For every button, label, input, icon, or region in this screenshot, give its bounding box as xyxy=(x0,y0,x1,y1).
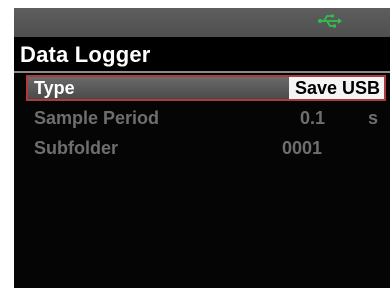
usb-icon xyxy=(317,12,343,30)
sample-period-value[interactable]: 0.1 xyxy=(300,108,325,129)
type-value-field[interactable]: Save USB xyxy=(288,77,384,99)
page-title: Data Logger xyxy=(20,42,151,67)
menu-item-subfolder[interactable]: Subfolder 0001 xyxy=(26,135,386,161)
menu-item-label: Type xyxy=(34,78,75,98)
title-bar: Data Logger xyxy=(14,37,390,73)
menu-item-label: Subfolder xyxy=(34,138,118,158)
sample-period-unit: s xyxy=(368,108,379,128)
status-bar xyxy=(14,8,390,37)
menu-item-type[interactable]: Type Save USB xyxy=(26,75,386,101)
subfolder-value[interactable]: 0001 xyxy=(282,138,322,159)
device-screen: Data Logger Type Save USB Sample Period … xyxy=(14,8,390,288)
menu-item-label: Sample Period xyxy=(34,108,160,128)
menu-item-sample-period[interactable]: Sample Period 0.1 s xyxy=(26,105,386,131)
